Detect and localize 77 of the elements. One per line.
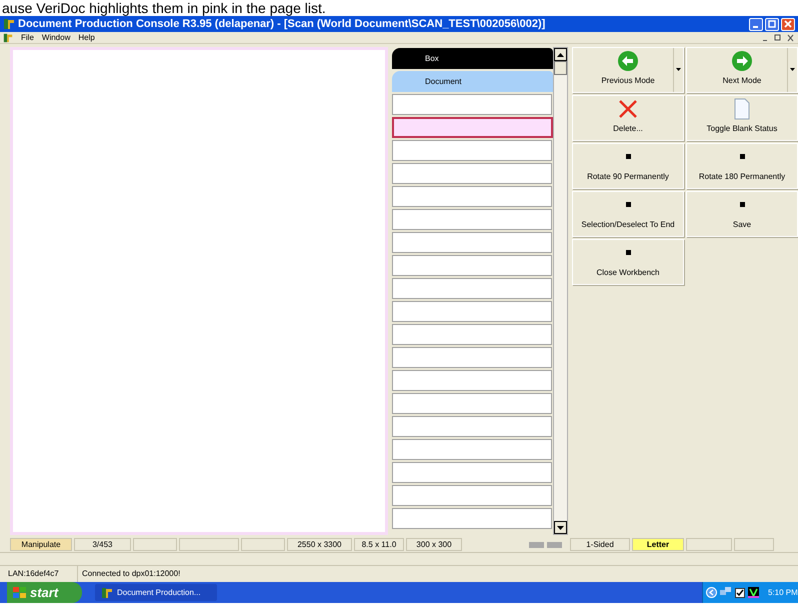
page-list-row[interactable] — [392, 370, 552, 391]
maximize-button[interactable] — [765, 18, 779, 30]
dropdown-caret-icon — [790, 68, 795, 71]
down-arrow-icon — [557, 526, 564, 530]
tray-app-icon — [748, 587, 759, 598]
page-list-row[interactable] — [392, 117, 553, 138]
clock: 5:10 PM — [768, 586, 798, 598]
page-list-row[interactable] — [392, 232, 552, 253]
restore-icon — [768, 20, 776, 28]
page-list-row[interactable] — [392, 140, 552, 161]
status-field: 300 x 300 — [406, 538, 462, 551]
up-arrow-icon — [557, 52, 564, 56]
page-list-row[interactable] — [392, 393, 552, 414]
start-button[interactable]: start — [7, 582, 82, 603]
taskbar-button[interactable]: Document Production... — [95, 584, 217, 601]
windows-logo-icon — [13, 586, 26, 598]
page-list-row[interactable] — [392, 278, 552, 299]
page-list-row[interactable] — [392, 94, 552, 115]
page-list-row[interactable] — [392, 186, 552, 207]
dropdown-button[interactable] — [673, 48, 683, 92]
action-button[interactable]: Selection/Deselect To End — [572, 191, 684, 237]
action-button[interactable]: Delete... — [572, 95, 684, 141]
page-list-row[interactable] — [392, 439, 552, 460]
action-button[interactable]: Rotate 90 Permanently — [572, 143, 684, 189]
page-list-row[interactable] — [392, 462, 552, 483]
status-field: 1-Sided — [570, 538, 630, 551]
minimize-button[interactable] — [749, 18, 763, 30]
close-icon — [784, 20, 792, 28]
page-list-row[interactable] — [392, 324, 552, 345]
close-button[interactable] — [781, 18, 795, 30]
scroll-thumb[interactable] — [554, 61, 567, 75]
square-icon — [626, 154, 630, 159]
scrollbar[interactable] — [553, 47, 568, 535]
status-field: 2550 x 3300 — [287, 538, 352, 551]
status-field: 3/453 — [74, 538, 131, 551]
action-button[interactable]: Rotate 180 Permanently — [686, 143, 798, 189]
app-icon — [3, 18, 15, 30]
page-list-row[interactable] — [392, 163, 552, 184]
dropdown-button[interactable] — [787, 48, 797, 92]
page-list-row[interactable] — [392, 347, 552, 368]
window-controls-icon — [761, 34, 795, 42]
network-icon — [720, 587, 732, 598]
action-button[interactable]: Save — [686, 191, 798, 237]
page-list-row[interactable] — [392, 416, 552, 437]
connection-status: Connected to dpx01:12000! — [81, 568, 180, 580]
delete-icon — [617, 98, 639, 120]
square-icon — [740, 202, 744, 207]
page-list-row[interactable] — [392, 255, 552, 276]
scroll-down-button[interactable] — [554, 521, 567, 534]
app-icon — [101, 586, 113, 598]
action-button[interactable]: Previous Mode — [572, 47, 684, 93]
status-field: 8.5 x 11.0 — [354, 538, 404, 551]
dropdown-caret-icon — [676, 68, 681, 71]
page-icon — [733, 98, 751, 120]
action-button[interactable]: Next Mode — [686, 47, 798, 93]
status-field: Manipulate — [10, 538, 72, 551]
chevron-icon — [706, 587, 717, 598]
page-list-row[interactable] — [392, 301, 552, 322]
menu-item[interactable]: Help — [78, 32, 95, 44]
window-title: Document Production Console R3.95 (delapenar) - [Scan (World Document\SCAN_TEST\002056\002)] — [18, 16, 546, 32]
page-list-row[interactable] — [392, 209, 552, 230]
caption-text: ause VeriDoc highlights them in pink in the page list. — [1, 0, 327, 16]
square-icon — [626, 202, 630, 207]
page-list-header[interactable]: Box — [392, 48, 553, 69]
status-field: Letter — [632, 538, 684, 551]
scroll-up-button[interactable] — [554, 48, 567, 61]
action-button[interactable]: Toggle Blank Status — [686, 95, 798, 141]
square-icon — [740, 154, 744, 159]
action-button[interactable]: Close Workbench — [572, 239, 684, 285]
square-icon — [626, 250, 630, 255]
page-list-row[interactable] — [392, 485, 552, 506]
checkbox-icon — [735, 588, 745, 598]
menu-item[interactable]: Window — [42, 32, 70, 44]
page-list-header[interactable]: Document — [392, 71, 553, 92]
menu-item[interactable]: File — [21, 32, 34, 44]
status-indicators-icon — [529, 542, 563, 548]
app-icon — [3, 32, 13, 42]
